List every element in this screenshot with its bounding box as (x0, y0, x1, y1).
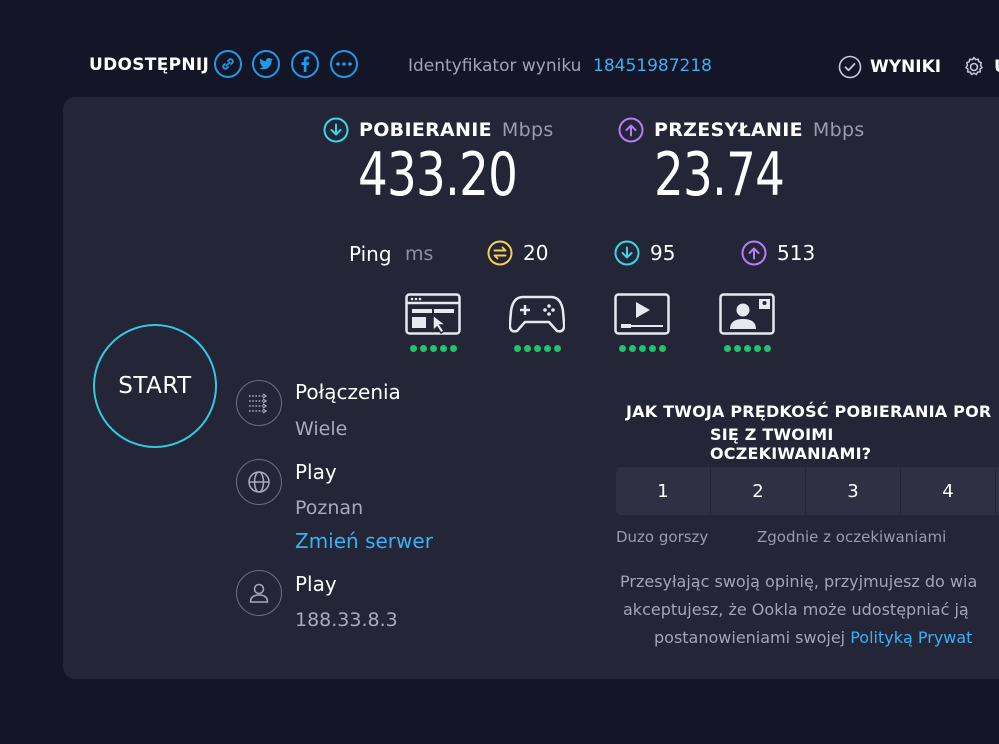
gaming-icon (508, 295, 566, 333)
disclaimer-line2: akceptujesz, że Ookla może udostępniać j… (623, 600, 969, 619)
disclaimer-line1: Przesyłając swoją opinię, przyjmujesz do… (620, 572, 978, 591)
download-latency-value: 95 (650, 241, 676, 265)
download-label: POBIERANIE (359, 119, 492, 141)
gaming-score (509, 345, 565, 352)
provider-icon-wrap (236, 570, 282, 616)
rating-mid-label: Zgodnie z oczekiwaniami (757, 528, 947, 546)
privacy-policy-link[interactable]: Polityką Prywat (850, 628, 972, 647)
survey-question-line1: JAK TWOJA PRĘDKOŚĆ POBIERANIA POR (626, 402, 992, 421)
upload-arrow-icon (741, 240, 767, 266)
idle-latency-icon (487, 240, 513, 266)
user-icon (249, 583, 269, 603)
check-circle-icon (838, 55, 862, 79)
disclaimer-text: postanowieniami swojej (654, 628, 846, 647)
rating-option-3[interactable]: 3 (806, 467, 900, 515)
start-button[interactable]: START (93, 324, 217, 448)
server-location: Poznan (295, 497, 364, 519)
twitter-icon (259, 58, 273, 70)
more-icon (336, 62, 352, 66)
more-share-button[interactable] (330, 50, 358, 78)
survey-question-line2: SIĘ Z TWOIMI OCZEKIWANIAMI? (710, 425, 872, 463)
browsing-score (405, 345, 461, 352)
gaming-quality[interactable] (508, 293, 566, 352)
settings-label: U (994, 57, 999, 77)
download-latency: 95 (614, 240, 675, 266)
streaming-quality[interactable] (614, 293, 670, 352)
video-call-quality[interactable] (719, 293, 775, 352)
change-server-link[interactable]: Zmień serwer (295, 529, 433, 553)
download-arrow-icon (614, 240, 640, 266)
ping-unit: ms (405, 243, 434, 265)
provider-ip: 188.33.8.3 (295, 609, 398, 631)
upload-unit: Mbps (812, 119, 865, 141)
multi-connection-icon (249, 393, 268, 414)
twitter-share-button[interactable] (252, 50, 280, 78)
connections-value: Wiele (295, 418, 348, 440)
link-share-button[interactable] (214, 50, 242, 78)
globe-icon (248, 471, 270, 493)
provider-title: Play (295, 572, 337, 596)
download-unit: Mbps (501, 119, 554, 141)
facebook-share-button[interactable] (291, 50, 319, 78)
results-label: WYNIKI (870, 57, 942, 77)
facebook-icon (301, 56, 310, 72)
results-button[interactable]: WYNIKI (838, 55, 941, 79)
server-title: Play (295, 460, 337, 484)
upload-speed-value: 23.74 (654, 140, 785, 210)
idle-latency-value: 20 (523, 241, 549, 265)
download-arrow-icon (323, 117, 349, 143)
upload-latency-value: 513 (777, 241, 816, 265)
streaming-icon (614, 293, 670, 335)
streaming-score (614, 345, 670, 352)
upload-label: PRZESYŁANIE (654, 119, 803, 141)
upload-arrow-icon (618, 117, 644, 143)
video-call-icon (719, 293, 775, 335)
browsing-quality[interactable] (405, 293, 461, 352)
upload-latency: 513 (741, 240, 815, 266)
result-id-label: Identyfikator wyniku (408, 56, 582, 76)
rating-option-2[interactable]: 2 (711, 467, 805, 515)
rating-option-1[interactable]: 1 (616, 467, 710, 515)
settings-button[interactable]: U (962, 55, 999, 79)
video-call-score (719, 345, 775, 352)
link-icon (222, 58, 234, 70)
ping-label: Ping (349, 242, 392, 266)
rating-low-label: Duzo gorszy (616, 528, 709, 546)
server-globe-icon-wrap (236, 459, 282, 505)
download-speed-value: 433.20 (358, 140, 518, 210)
share-label: UDOSTĘPNIJ (89, 55, 210, 75)
result-id-link[interactable]: 18451987218 (593, 56, 712, 76)
browsing-icon (405, 293, 461, 335)
connections-icon (236, 380, 282, 426)
rating-option-4[interactable]: 4 (901, 467, 995, 515)
idle-latency: 20 (487, 240, 548, 266)
disclaimer-line3: postanowieniami swojej Polityką Prywat (654, 628, 999, 647)
connections-title: Połączenia (295, 380, 401, 404)
gear-icon (965, 56, 983, 76)
